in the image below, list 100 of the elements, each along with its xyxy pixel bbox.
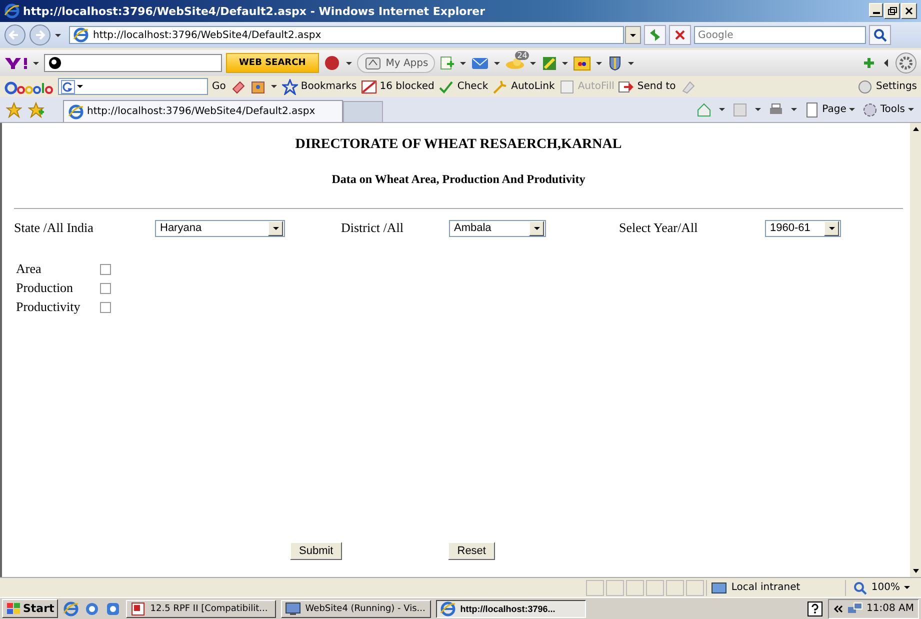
settings-button[interactable]: Settings: [856, 78, 917, 94]
status-pane: [646, 580, 664, 596]
dropdown-arrow-icon[interactable]: [627, 60, 636, 66]
puzzle-icon[interactable]: [250, 78, 266, 94]
dropdown[interactable]: Haryana: [155, 220, 285, 236]
record-icon[interactable]: [322, 55, 341, 71]
browser-icon[interactable]: [63, 600, 80, 616]
go-button[interactable]: Go: [212, 81, 226, 92]
dropdown-arrow-icon[interactable]: [561, 60, 570, 66]
field-label: District /All: [341, 220, 404, 236]
start-button[interactable]: Start: [2, 599, 58, 618]
checkbox-label: Production: [16, 280, 74, 296]
toolbar-button[interactable]: AutoLink: [492, 78, 555, 94]
my-apps-button[interactable]: My Apps: [356, 53, 436, 73]
search-button[interactable]: [869, 25, 891, 45]
dropdown-arrow-icon[interactable]: [718, 106, 726, 113]
globe-icon: [68, 104, 84, 120]
shop-icon[interactable]: [573, 55, 592, 71]
taskbar-button[interactable]: http://localhost:3796...: [436, 600, 586, 618]
mail-icon[interactable]: [471, 55, 490, 71]
dropdown-arrow-icon[interactable]: [32, 60, 40, 66]
caret-icon: [907, 106, 915, 113]
notes-icon[interactable]: [541, 55, 558, 71]
shield-icon[interactable]: [607, 55, 624, 71]
apps-icon: [364, 55, 382, 71]
dropdown-arrow-icon[interactable]: [344, 60, 353, 66]
minimize-button[interactable]: [869, 3, 883, 17]
search-field[interactable]: [44, 54, 222, 72]
reset-button[interactable]: Reset: [448, 542, 495, 560]
monitor-icon: [285, 600, 302, 616]
status-pane: [586, 580, 604, 596]
taskbar-button[interactable]: 12.5 RPF II [Compatibilit...: [126, 600, 276, 618]
toolbar-button[interactable]: Check: [438, 78, 488, 94]
checkbox-label: Area: [16, 261, 42, 277]
quick-launch-icon[interactable]: [84, 600, 100, 616]
caret-icon: [828, 224, 836, 232]
back-button[interactable]: [4, 24, 26, 46]
dropdown-arrow-icon[interactable]: [595, 60, 604, 66]
caret-icon: [848, 106, 856, 113]
globe-icon: [440, 600, 456, 616]
security-zone: Local intranet: [706, 580, 844, 596]
document-icon: [130, 600, 146, 616]
scrollbar[interactable]: [910, 123, 921, 577]
dropdown-arrow-icon[interactable]: [54, 32, 62, 38]
caret-icon: [272, 224, 280, 232]
search-field[interactable]: Google: [694, 26, 866, 44]
check-icon: [438, 78, 454, 94]
favorites-star-icon[interactable]: [6, 102, 22, 118]
browser-tab[interactable]: http://localhost:3796/WebSite4/Default2.aspx: [63, 100, 343, 122]
quick-launch-icon[interactable]: [105, 600, 122, 616]
gear-icon: [862, 102, 878, 118]
settings-icon[interactable]: [895, 52, 917, 74]
caret-icon: [629, 32, 637, 38]
dropdown[interactable]: Ambala: [449, 220, 546, 236]
google-g-icon: [61, 80, 75, 94]
menu-button[interactable]: Page: [804, 102, 856, 118]
checkbox[interactable]: [100, 302, 111, 312]
checkbox[interactable]: [100, 264, 111, 274]
dropdown[interactable]: 1960-61: [765, 220, 841, 236]
status-pane: [666, 580, 684, 596]
status-pane: [686, 580, 704, 596]
checkbox-label: Productivity: [16, 299, 82, 315]
yahoo-logo-icon[interactable]: [4, 55, 28, 71]
add-favorite-icon[interactable]: [28, 102, 45, 118]
taskbar-button[interactable]: WebSite4 (Running) - Vis...: [281, 600, 432, 618]
highlighter-icon[interactable]: [230, 78, 246, 94]
toolbar-button[interactable]: 16 blocked: [360, 78, 434, 94]
scroll-down-icon: [912, 567, 920, 575]
help-icon[interactable]: [806, 600, 823, 616]
dropdown-arrow-icon[interactable]: [493, 60, 502, 66]
dropdown-arrow-icon[interactable]: [270, 83, 278, 90]
dropdown-arrow-icon[interactable]: [790, 106, 798, 113]
toolbar-button[interactable]: Send to: [618, 78, 676, 94]
scroll-up-icon: [912, 125, 920, 133]
search-field[interactable]: [58, 78, 208, 95]
submit-button[interactable]: Submit: [290, 542, 342, 560]
clock: 11:08 AM: [866, 603, 914, 614]
menu-button[interactable]: Tools: [862, 102, 915, 118]
expand-tray-icon[interactable]: [832, 604, 843, 614]
zoom-icon: [852, 580, 868, 596]
dropdown-button[interactable]: [625, 26, 641, 44]
stop-button[interactable]: [669, 25, 691, 45]
web-search-button[interactable]: WEB SEARCH: [226, 53, 319, 73]
home-icon[interactable]: [696, 102, 712, 118]
restore-button[interactable]: [884, 3, 900, 19]
caret-icon: [532, 224, 540, 232]
blocked-icon: [360, 78, 377, 94]
checkbox[interactable]: [100, 282, 111, 294]
page-heading: DIRECTORATE OF WHEAT RESAERCH,KARNAL: [294, 137, 623, 153]
windows-flag-icon: [6, 601, 21, 616]
dropdown-arrow-icon[interactable]: [529, 60, 538, 66]
send-icon: [618, 78, 634, 94]
status-pane: [626, 580, 644, 596]
address-field[interactable]: http://localhost:3796/WebSite4/Default2.aspx: [69, 26, 624, 44]
caret-icon: [76, 83, 84, 90]
zoom-button[interactable]: 100%: [845, 580, 917, 596]
toolbar-button[interactable]: Bookmarks: [282, 78, 357, 94]
dropdown-arrow-icon[interactable]: [459, 60, 468, 66]
close-button[interactable]: [901, 3, 917, 19]
dropdown-arrow-icon[interactable]: [754, 106, 762, 113]
